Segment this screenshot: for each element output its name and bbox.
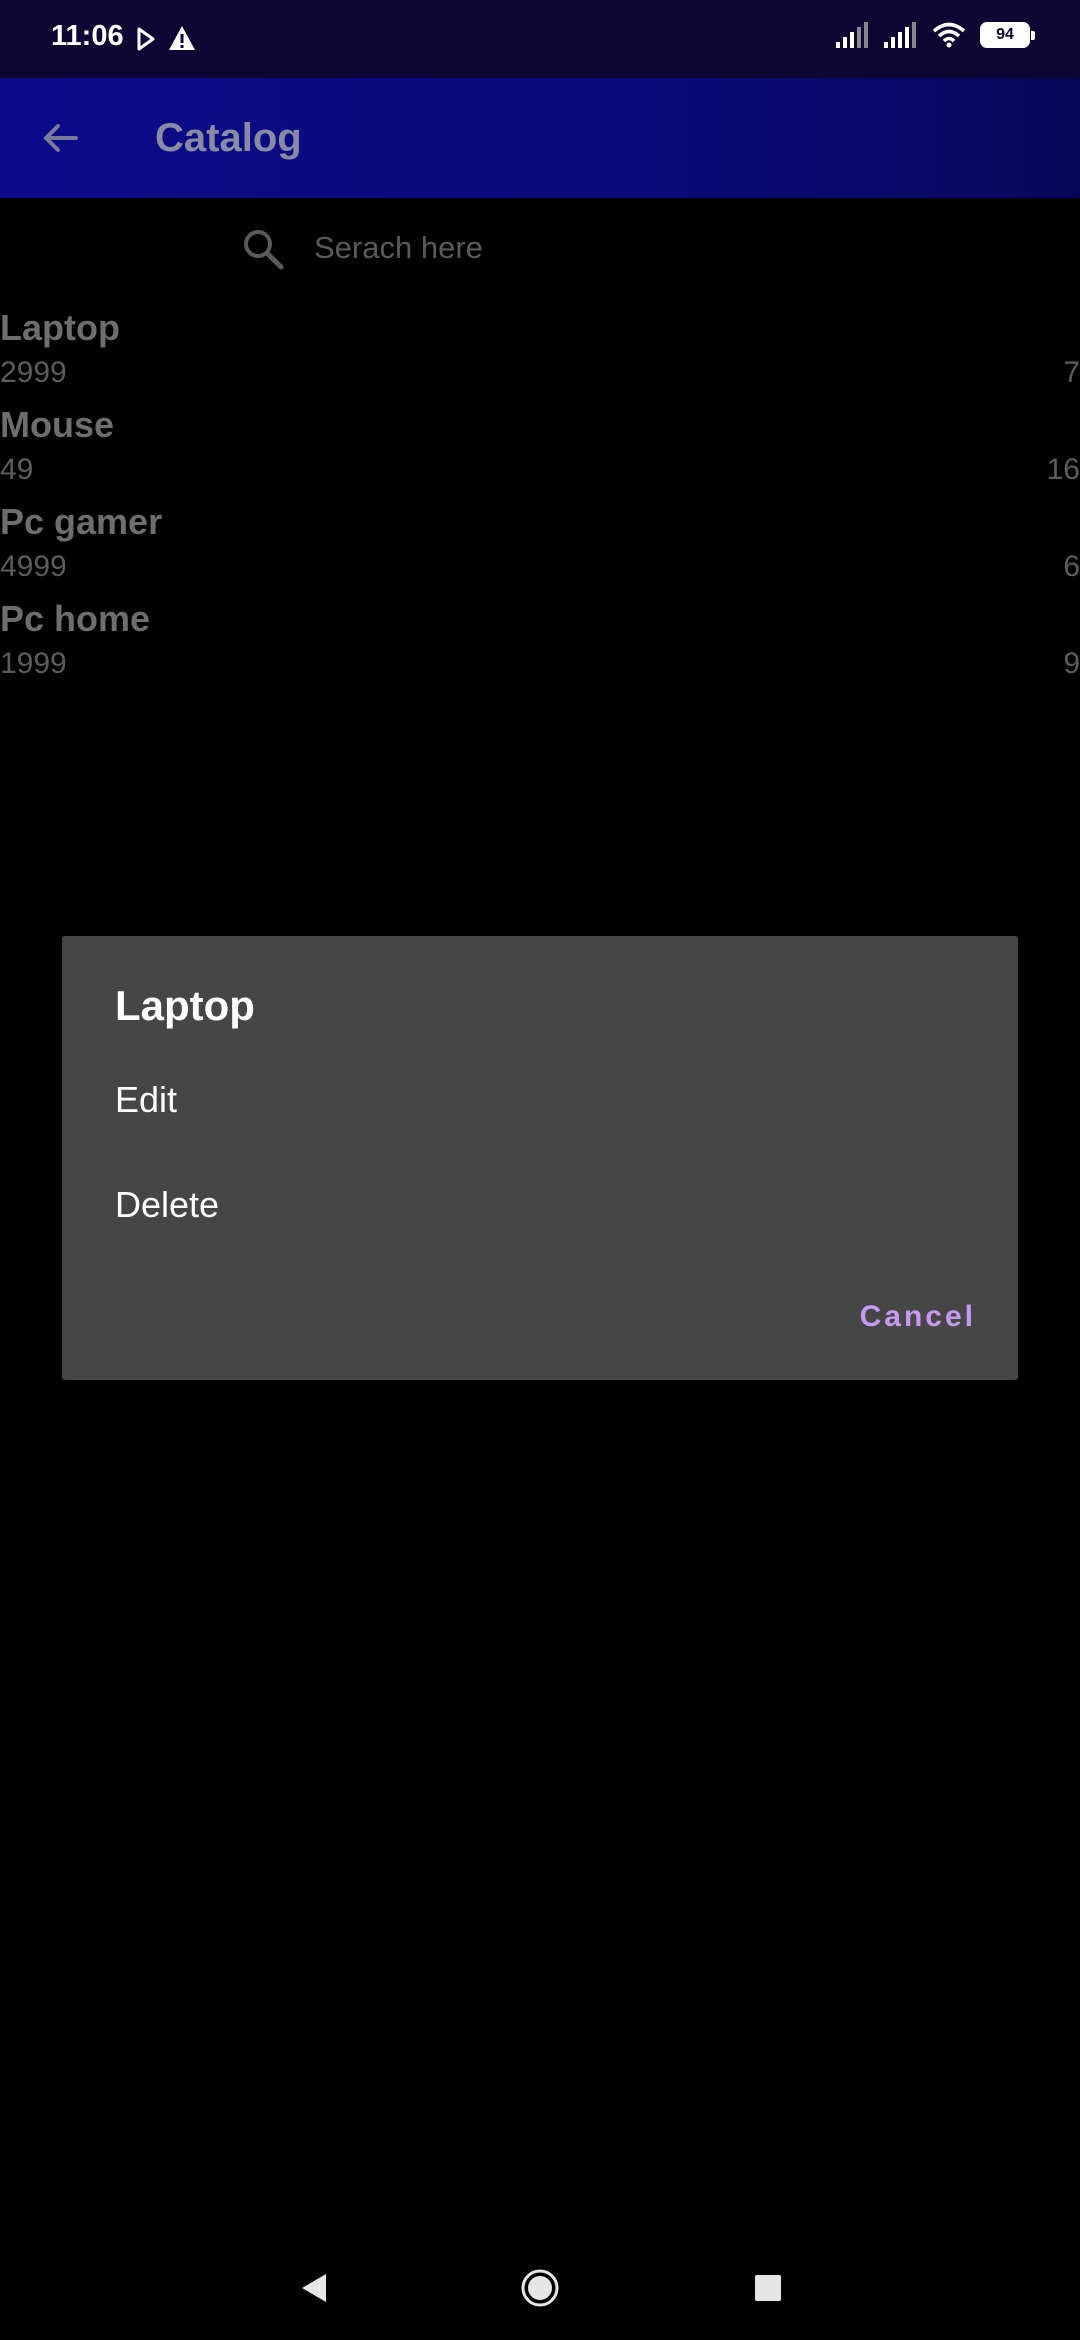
- delete-option[interactable]: Delete: [115, 1184, 219, 1226]
- battery-icon: 94: [980, 22, 1035, 48]
- product-quantity: 7: [1063, 356, 1080, 389]
- list-item[interactable]: Pc gamer 4999 6: [0, 497, 1080, 594]
- app-bar: Catalog: [0, 78, 1080, 198]
- product-name: Mouse: [0, 404, 115, 445]
- screen: 11:06 94 Catalog Serach here Laptop 2999…: [0, 0, 1080, 2340]
- battery-level: 94: [996, 26, 1014, 43]
- list-item[interactable]: Laptop 2999 7: [0, 303, 1080, 400]
- product-list: Laptop 2999 7 Mouse 49 16 Pc gamer 4999 …: [0, 303, 1080, 691]
- wifi-icon: [932, 22, 966, 48]
- product-name: Pc gamer: [0, 501, 163, 542]
- list-item[interactable]: Mouse 49 16: [0, 400, 1080, 497]
- nav-back-icon[interactable]: [296, 2270, 332, 2306]
- product-quantity: 9: [1063, 647, 1080, 680]
- search-bar: [0, 198, 1080, 303]
- play-icon: [137, 27, 155, 51]
- warning-icon: [169, 26, 195, 50]
- signal-icon-2: [884, 22, 916, 48]
- options-dialog: Laptop Edit Delete Cancel: [62, 936, 1018, 1380]
- search-icon: [244, 230, 284, 270]
- product-name: Pc home: [0, 598, 151, 639]
- cancel-button[interactable]: Cancel: [860, 1300, 976, 1334]
- nav-home-icon[interactable]: [520, 2268, 560, 2308]
- product-quantity: 16: [1046, 453, 1080, 486]
- back-arrow-icon[interactable]: [36, 114, 84, 162]
- list-item[interactable]: Pc home 1999 9: [0, 594, 1080, 691]
- nav-recent-apps-icon[interactable]: [752, 2272, 784, 2304]
- status-bar: 11:06 94: [0, 0, 1080, 78]
- product-quantity: 6: [1063, 550, 1080, 583]
- navigation-bar: [0, 2240, 1080, 2340]
- dialog-title: Laptop: [115, 982, 255, 1029]
- status-icons: 94: [836, 22, 1035, 48]
- search-input[interactable]: [314, 222, 1014, 274]
- edit-option[interactable]: Edit: [115, 1079, 177, 1121]
- signal-icon: [836, 22, 868, 48]
- status-time: 11:06: [51, 20, 124, 52]
- product-price: 49: [0, 453, 34, 486]
- product-price: 2999: [0, 356, 67, 389]
- product-price: 1999: [0, 647, 67, 680]
- page-title: Catalog: [155, 116, 302, 160]
- product-name: Laptop: [0, 307, 120, 348]
- product-price: 4999: [0, 550, 67, 583]
